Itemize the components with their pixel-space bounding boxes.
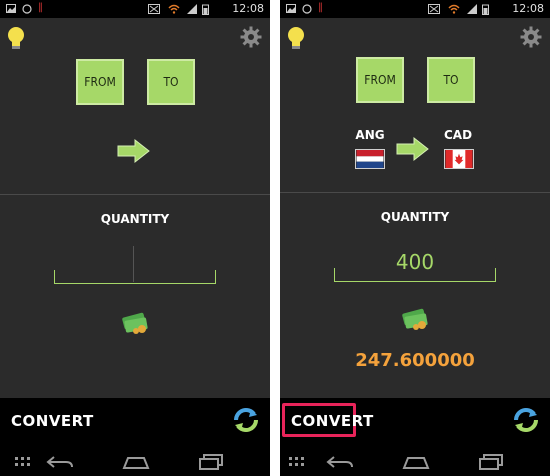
quantity-input[interactable] xyxy=(54,270,216,284)
convert-button[interactable]: CONVERT xyxy=(11,412,94,430)
from-button[interactable]: FROM xyxy=(76,59,124,105)
to-currency-code: CAD xyxy=(443,128,473,142)
quantity-label: QUANTITY xyxy=(100,212,170,226)
back-icon[interactable] xyxy=(326,454,354,470)
back-icon[interactable] xyxy=(46,454,74,470)
settings-gear-icon[interactable] xyxy=(240,26,262,48)
quantity-input[interactable] xyxy=(334,268,496,282)
mute-icon xyxy=(428,4,440,14)
divider xyxy=(280,192,550,193)
quantity-label: QUANTITY xyxy=(380,210,450,224)
netherlands-flag-icon[interactable] xyxy=(355,149,385,169)
lightbulb-icon[interactable] xyxy=(6,26,26,50)
whatsapp-icon xyxy=(22,4,32,14)
image-notification-icon xyxy=(286,4,296,13)
status-bar: ‖ 12:08 xyxy=(0,0,270,18)
convert-bar: CONVERT xyxy=(0,398,270,448)
refresh-icon[interactable] xyxy=(232,406,260,434)
apps-grid-icon[interactable] xyxy=(289,457,305,469)
status-time: 12:08 xyxy=(512,2,544,15)
phone-screen-left: ‖ 12:08 FROM TO QUANTITY CONVERT xyxy=(0,0,270,476)
home-icon[interactable] xyxy=(402,454,430,470)
conversion-result: 247.600000 xyxy=(355,350,475,371)
battery-icon xyxy=(482,4,489,15)
from-currency-code: ANG xyxy=(355,128,385,142)
home-icon[interactable] xyxy=(122,454,150,470)
recents-icon[interactable] xyxy=(478,454,506,470)
image-notification-icon xyxy=(6,4,16,13)
money-icon xyxy=(122,312,148,334)
phone-screen-right: ‖ 12:08 FROM TO ANG CAD QUANTITY 400 247… xyxy=(280,0,550,476)
divider xyxy=(0,194,270,195)
wifi-icon xyxy=(448,4,460,14)
notification-bar-icon: ‖ xyxy=(38,2,43,13)
wifi-icon xyxy=(168,4,180,14)
arrow-right-icon xyxy=(117,138,150,164)
battery-icon xyxy=(202,4,209,15)
convert-bar: CONVERT xyxy=(280,398,550,448)
arrow-right-icon xyxy=(396,136,429,162)
recents-icon[interactable] xyxy=(198,454,226,470)
signal-icon xyxy=(187,4,197,14)
lightbulb-icon[interactable] xyxy=(286,26,306,50)
notification-bar-icon: ‖ xyxy=(318,2,323,13)
status-time: 12:08 xyxy=(232,2,264,15)
settings-gear-icon[interactable] xyxy=(520,26,542,48)
to-button[interactable]: TO xyxy=(427,57,475,103)
signal-icon xyxy=(467,4,477,14)
navigation-bar xyxy=(280,448,550,476)
apps-grid-icon[interactable] xyxy=(15,457,31,469)
convert-button[interactable]: CONVERT xyxy=(291,412,374,430)
input-cursor xyxy=(133,246,134,282)
navigation-bar xyxy=(0,448,270,476)
status-bar: ‖ 12:08 xyxy=(280,0,550,18)
to-button[interactable]: TO xyxy=(147,59,195,105)
whatsapp-icon xyxy=(302,4,312,14)
canada-flag-icon[interactable] xyxy=(444,149,474,169)
refresh-icon[interactable] xyxy=(512,406,540,434)
mute-icon xyxy=(148,4,160,14)
money-icon xyxy=(402,308,428,330)
from-button[interactable]: FROM xyxy=(356,57,404,103)
